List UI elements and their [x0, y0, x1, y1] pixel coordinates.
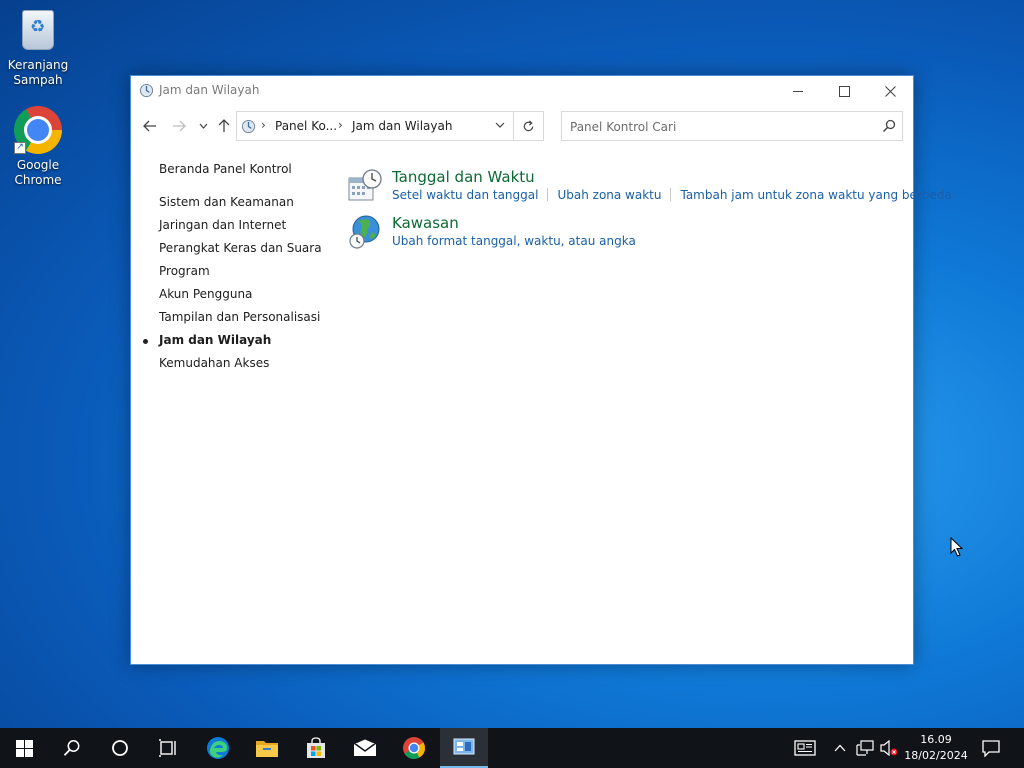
- category-title-tanggal-waktu[interactable]: Tanggal dan Waktu: [392, 168, 535, 186]
- task-view-button[interactable]: [144, 728, 192, 768]
- clock-date: 18/02/2024: [904, 749, 968, 762]
- chrome-icon: ↗: [14, 106, 62, 154]
- sidebar-item-akun-pengguna[interactable]: Akun Pengguna: [159, 287, 252, 301]
- navigation-bar: › Panel Ko... › Jam dan Wilayah Panel Ko…: [131, 111, 913, 141]
- chrome-label-2: Chrome: [14, 173, 62, 187]
- address-bar[interactable]: › Panel Ko... › Jam dan Wilayah: [236, 111, 514, 141]
- taskbar-mail[interactable]: [341, 728, 389, 768]
- category-links: Setel waktu dan tanggal Ubah zona waktu Ta…: [392, 188, 952, 202]
- breadcrumb-panel-kontrol[interactable]: Panel Ko...: [275, 119, 337, 133]
- edge-icon: [207, 737, 229, 759]
- recycle-bin-label-2: Sampah: [13, 73, 63, 87]
- windows-logo-icon: [15, 739, 33, 757]
- desktop-icon-recycle-bin[interactable]: Keranjang Sampah: [4, 6, 72, 88]
- sidebar-item-jaringan-internet[interactable]: Jaringan dan Internet: [159, 218, 286, 232]
- sidebar-item-jam-wilayah: Jam dan Wilayah: [159, 333, 272, 347]
- region-globe-icon[interactable]: [347, 214, 383, 250]
- chevron-down-icon: [199, 123, 207, 129]
- maximize-button[interactable]: [821, 76, 867, 106]
- breadcrumb-separator-icon[interactable]: ›: [338, 118, 343, 132]
- recycle-bin-icon: [14, 6, 62, 54]
- store-bag-icon: [307, 737, 325, 758]
- taskbar: 16.09 18/02/2024: [0, 728, 1024, 768]
- minimize-button[interactable]: [775, 76, 821, 106]
- sidebar-item-perangkat-keras[interactable]: Perangkat Keras dan Suara: [159, 241, 322, 255]
- category-links: Ubah format tanggal, waktu, atau angka: [392, 234, 636, 248]
- control-panel-icon: [241, 119, 256, 134]
- control-panel-icon: [139, 83, 154, 98]
- network-wired-icon: [856, 740, 874, 756]
- folder-icon: [256, 741, 278, 757]
- chrome-label-1: Google: [16, 158, 60, 172]
- sidebar-item-tampilan[interactable]: Tampilan dan Personalisasi: [159, 310, 320, 324]
- address-dropdown-button[interactable]: [495, 118, 505, 131]
- search-button[interactable]: [48, 728, 96, 768]
- link-divider: [547, 188, 549, 201]
- taskbar-control-panel[interactable]: [440, 728, 488, 768]
- link-ubah-format[interactable]: Ubah format tanggal, waktu, atau angka: [392, 234, 636, 248]
- news-icon: [794, 740, 816, 756]
- date-time-icon[interactable]: [347, 168, 383, 204]
- breadcrumb-jam-dan-wilayah[interactable]: Jam dan Wilayah: [352, 119, 452, 133]
- refresh-icon: [523, 119, 534, 131]
- sidebar-home-link[interactable]: Beranda Panel Kontrol: [159, 162, 292, 176]
- cortana-circle-icon: [112, 740, 128, 756]
- sidebar-item-sistem-keamanan[interactable]: Sistem dan Keamanan: [159, 195, 294, 209]
- news-widget-button[interactable]: [788, 728, 822, 768]
- category-title-kawasan[interactable]: Kawasan: [392, 214, 459, 232]
- link-ubah-zona-waktu[interactable]: Ubah zona waktu: [557, 188, 661, 202]
- mouse-cursor-icon: [950, 537, 964, 557]
- arrow-left-icon: [143, 120, 156, 132]
- sidebar-item-program[interactable]: Program: [159, 264, 210, 278]
- search-input[interactable]: Panel Kontrol Cari: [561, 111, 903, 141]
- recycle-bin-label-1: Keranjang: [7, 58, 69, 72]
- task-view-icon: [159, 739, 176, 757]
- window-title: Jam dan Wilayah: [159, 83, 260, 97]
- shortcut-arrow-icon: ↗: [14, 142, 26, 154]
- search-placeholder: Panel Kontrol Cari: [570, 120, 677, 134]
- control-panel-window: Jam dan Wilayah › Panel Ko... › Jam dan …: [130, 75, 952, 665]
- recent-locations-button[interactable]: [192, 115, 214, 137]
- chevron-up-icon: [834, 744, 846, 752]
- network-status-button[interactable]: [853, 728, 877, 768]
- chevron-down-icon: [495, 122, 505, 128]
- taskbar-file-explorer[interactable]: [243, 728, 291, 768]
- show-hidden-icons-button[interactable]: [830, 728, 850, 768]
- taskbar-edge[interactable]: [194, 728, 242, 768]
- cortana-button[interactable]: [96, 728, 144, 768]
- forward-button[interactable]: [168, 115, 190, 137]
- start-button[interactable]: [0, 728, 48, 768]
- active-bullet-icon: [143, 339, 148, 344]
- back-button[interactable]: [139, 115, 161, 137]
- link-tambah-jam[interactable]: Tambah jam untuk zona waktu yang berbeda: [680, 188, 951, 202]
- title-bar[interactable]: Jam dan Wilayah: [131, 76, 913, 106]
- mail-icon: [353, 739, 377, 756]
- action-center-button[interactable]: [978, 728, 1004, 768]
- close-button[interactable]: [867, 76, 913, 106]
- chrome-icon: [403, 737, 425, 759]
- link-divider: [670, 188, 672, 201]
- arrow-right-icon: [173, 120, 186, 132]
- taskbar-chrome[interactable]: [390, 728, 438, 768]
- clock[interactable]: 16.09 18/02/2024: [896, 732, 976, 764]
- close-icon: [884, 85, 896, 97]
- search-icon[interactable]: [882, 119, 896, 133]
- up-button[interactable]: [213, 115, 235, 137]
- desktop-icon-google-chrome[interactable]: ↗ Google Chrome: [4, 106, 72, 188]
- refresh-button[interactable]: [514, 111, 544, 141]
- breadcrumb-separator-icon[interactable]: ›: [261, 118, 266, 132]
- link-setel-waktu[interactable]: Setel waktu dan tanggal: [392, 188, 538, 202]
- clock-time: 16.09: [920, 733, 952, 746]
- sidebar-item-kemudahan-akses[interactable]: Kemudahan Akses: [159, 356, 269, 370]
- control-panel-icon: [453, 738, 475, 755]
- search-icon: [63, 740, 80, 756]
- arrow-up-icon: [218, 119, 230, 132]
- taskbar-store[interactable]: [292, 728, 340, 768]
- notification-icon: [982, 739, 1000, 757]
